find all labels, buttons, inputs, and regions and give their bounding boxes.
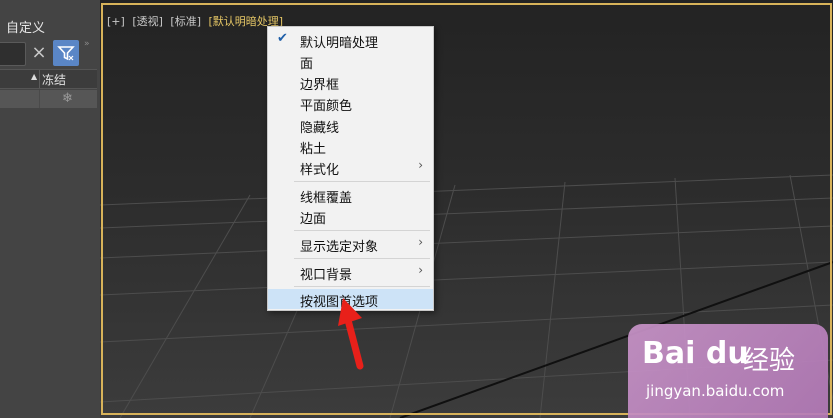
check-icon: ✔ [277, 31, 288, 46]
viewport-labels: [+] [透视] [标准] [默认明暗处理] [107, 13, 287, 29]
shading-context-menu: ✔ 默认明暗处理 面 边界框 平面颜色 隐藏线 粘土 样式化 › 线框覆盖 边面… [267, 26, 434, 311]
menu-item-label: 边面 [300, 212, 327, 227]
menu-item-bounding-box[interactable]: 边界框 [268, 72, 433, 93]
baidu-logo: Bai du [642, 336, 749, 371]
submenu-arrow-icon: › [418, 263, 423, 277]
column-header-freeze[interactable]: 冻结 [42, 71, 66, 88]
menu-item-label: 显示选定对象 [300, 240, 379, 255]
menu-item-label: 平面颜色 [300, 99, 353, 114]
menu-item-faces[interactable]: 面 [268, 51, 433, 72]
menu-item-label: 样式化 [300, 163, 340, 178]
column-header-row: ▲ 冻结 [0, 69, 97, 89]
freeze-icon[interactable]: ❄ [62, 90, 73, 108]
watermark-url: jingyan.baidu.com [646, 382, 785, 400]
menu-item-viewport-background[interactable]: 视口背景 › [268, 262, 433, 283]
table-row[interactable]: ❄ [0, 90, 97, 108]
menu-separator [294, 230, 430, 231]
filter-icon[interactable] [53, 40, 79, 66]
menu-item-wireframe-override[interactable]: 线框覆盖 [268, 185, 433, 206]
submenu-arrow-icon: › [418, 235, 423, 249]
column-divider [39, 70, 40, 88]
collapse-icon[interactable]: » [84, 39, 90, 49]
panel-title: 自定义 [6, 21, 46, 36]
menu-separator [294, 258, 430, 259]
menu-item-label: 粘土 [300, 142, 327, 157]
menu-item-label: 隐藏线 [300, 121, 340, 136]
menu-item-label: 面 [300, 57, 314, 72]
viewport-menu-standard[interactable]: [标准] [170, 15, 201, 28]
red-arrow-icon [338, 298, 364, 370]
close-icon[interactable]: × [29, 41, 49, 65]
menu-item-label: 视口背景 [300, 268, 353, 283]
menu-item-flat-color[interactable]: 平面颜色 [268, 93, 433, 114]
menu-separator [294, 181, 430, 182]
menu-item-clay[interactable]: 粘土 [268, 136, 433, 157]
menu-item-display-selected[interactable]: 显示选定对象 › [268, 234, 433, 255]
sort-arrow-icon[interactable]: ▲ [31, 72, 37, 81]
watermark-brand: 经验 [743, 346, 796, 376]
menu-item-label: 边界框 [300, 78, 340, 93]
menu-item-default-shading[interactable]: ✔ 默认明暗处理 [268, 30, 433, 51]
menu-item-label: 默认明暗处理 [300, 36, 379, 51]
menu-item-edged-faces[interactable]: 边面 [268, 206, 433, 227]
menu-item-stylized[interactable]: 样式化 › [268, 157, 433, 178]
scene-explorer-panel: 自定义 × » ▲ 冻结 ❄ [0, 0, 100, 418]
menu-separator [294, 286, 430, 287]
menu-item-label: 线框覆盖 [300, 191, 353, 206]
column-divider [39, 90, 40, 108]
viewport-menu-perspective[interactable]: [透视] [132, 15, 163, 28]
baidu-watermark: Bai du 经验 jingyan.baidu.com [628, 324, 828, 418]
submenu-arrow-icon: › [418, 158, 423, 172]
viewport-menu-plus[interactable]: [+] [107, 15, 125, 28]
search-input[interactable] [0, 42, 26, 66]
menu-item-hidden-line[interactable]: 隐藏线 [268, 115, 433, 136]
